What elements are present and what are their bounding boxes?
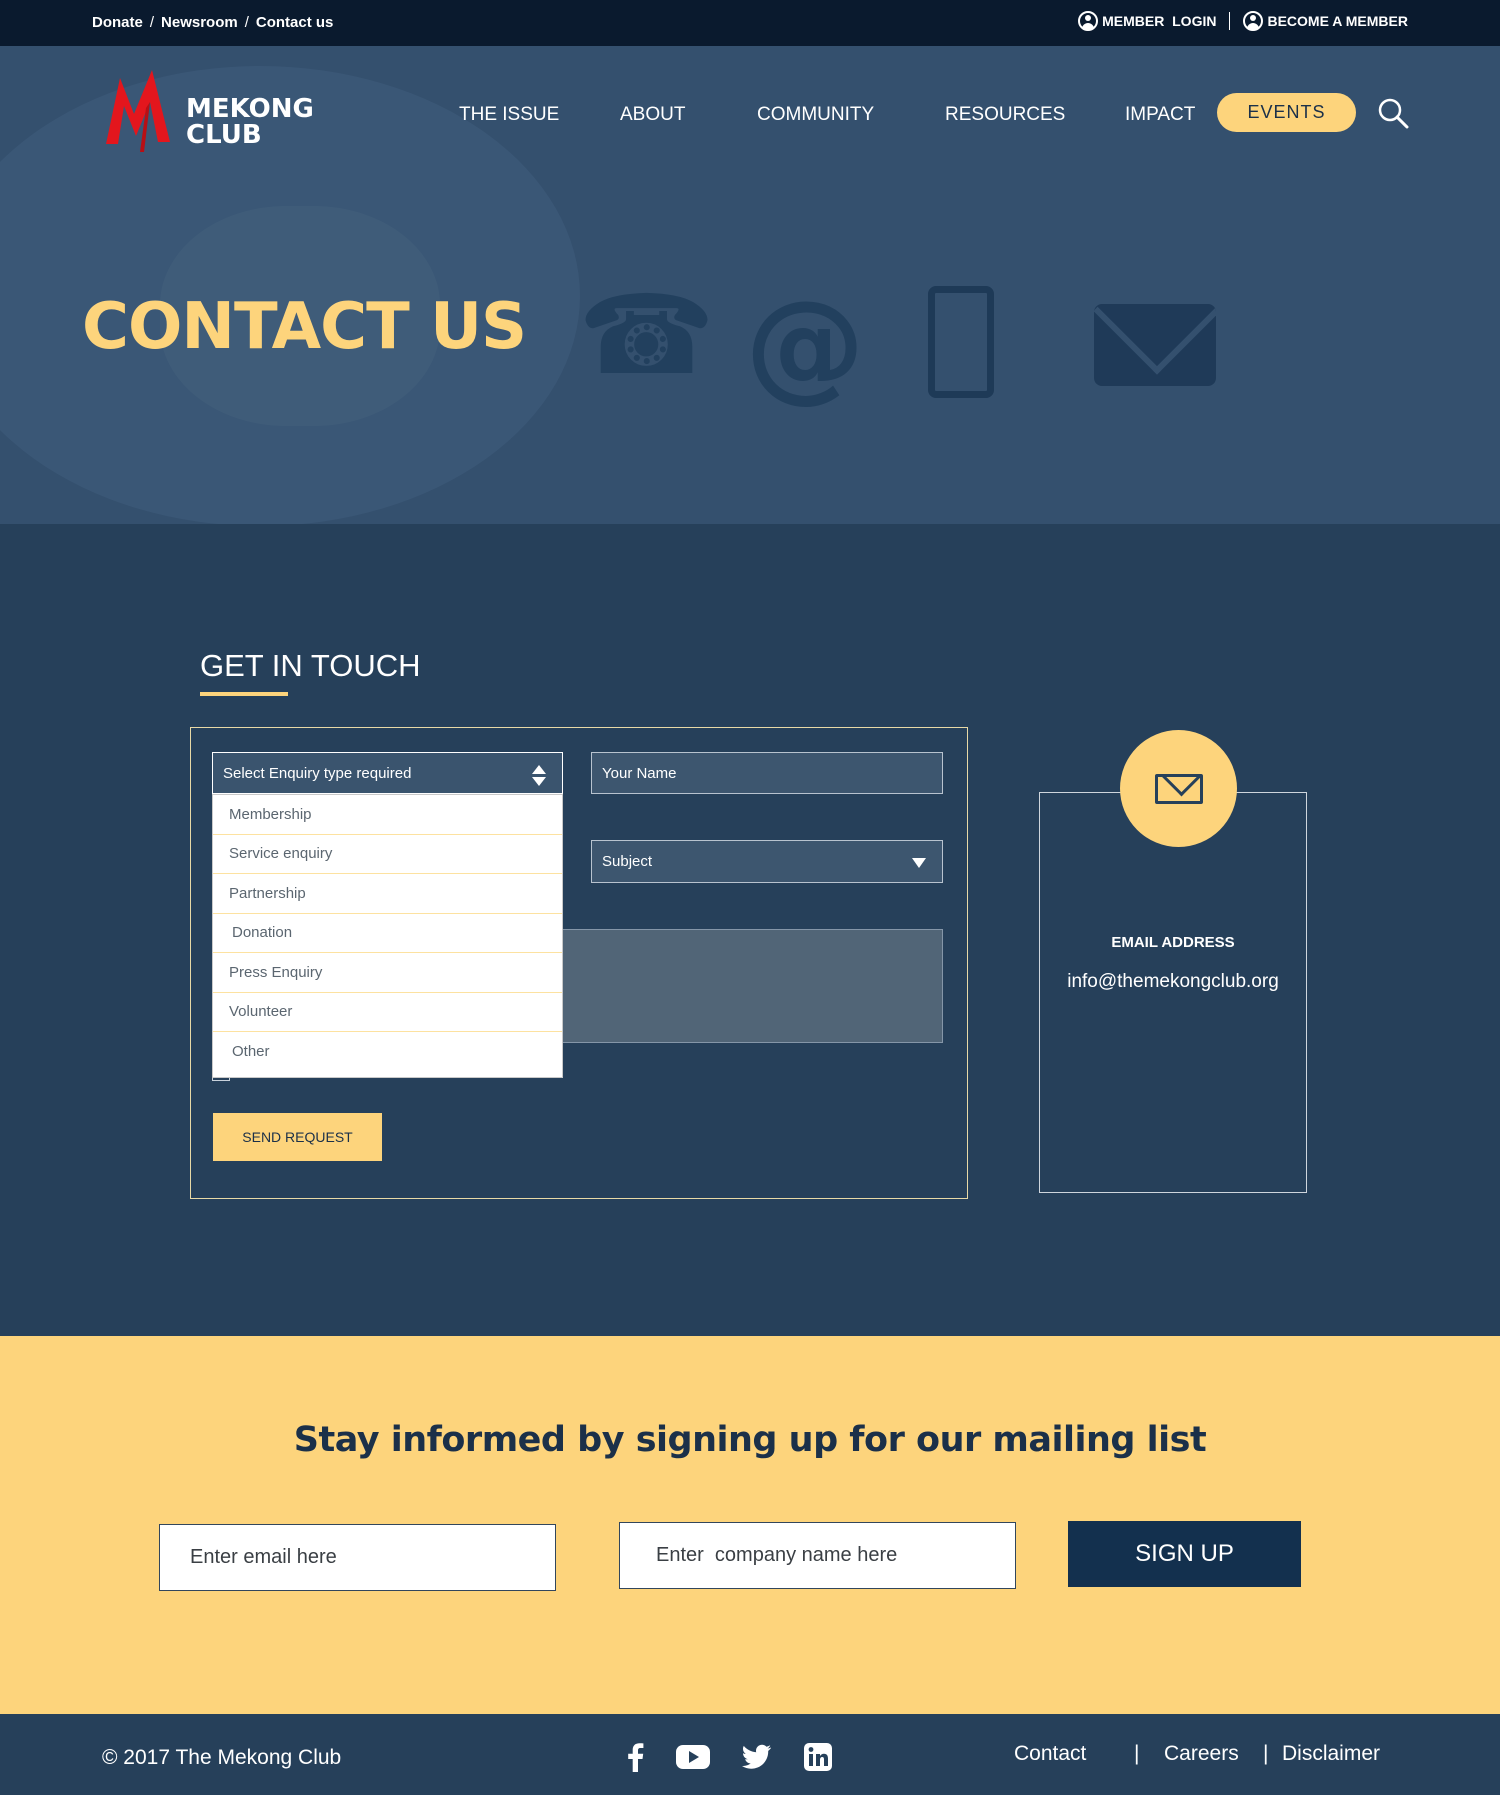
twitter-icon[interactable] — [741, 1741, 773, 1773]
mail-icon — [1094, 304, 1216, 386]
member-login-link[interactable]: MEMBER LOGIN — [1078, 11, 1216, 31]
donate-link[interactable]: Donate — [92, 14, 143, 31]
dropdown-option[interactable]: Press Enquiry — [213, 953, 562, 993]
enquiry-select-label: Select Enquiry type required — [223, 764, 412, 782]
footer-disclaimer-link[interactable]: Disclaimer — [1282, 1742, 1380, 1766]
nav-item-resources[interactable]: RESOURCES — [945, 104, 1065, 126]
logo-line-1: MEKONG — [186, 94, 314, 124]
nav-item-community[interactable]: COMMUNITY — [757, 104, 874, 126]
newsroom-link[interactable]: Newsroom — [161, 14, 238, 31]
email-badge — [1120, 730, 1237, 847]
email-label: EMAIL ADDRESS — [1111, 934, 1235, 951]
name-input[interactable]: Your Name — [591, 752, 943, 794]
email-input[interactable]: Enter email here — [159, 1524, 556, 1591]
dropdown-option[interactable]: Partnership — [213, 874, 562, 914]
nav-item-about[interactable]: ABOUT — [620, 104, 685, 126]
search-icon[interactable] — [1376, 96, 1410, 130]
tablet-icon — [928, 286, 994, 398]
utility-links: Donate / Newsroom / Contact us — [92, 14, 333, 31]
events-button[interactable]: EVENTS — [1217, 93, 1356, 132]
become-member-link[interactable]: BECOME A MEMBER — [1243, 11, 1408, 31]
dropdown-option[interactable]: Membership — [213, 795, 562, 835]
logo-mark-icon — [106, 70, 170, 152]
footer-separator: | — [1263, 1742, 1269, 1765]
heading-underline — [200, 692, 288, 696]
dropdown-option[interactable]: Other — [213, 1032, 562, 1072]
member-login-label: MEMBER LOGIN — [1102, 13, 1217, 29]
copyright: © 2017 The Mekong Club — [102, 1746, 342, 1769]
phone-icon: ☎ — [578, 274, 716, 397]
separator: / — [244, 14, 249, 31]
send-request-button[interactable]: SEND REQUEST — [213, 1113, 382, 1161]
dropdown-option[interactable]: Service enquiry — [213, 835, 562, 874]
footer-separator: | — [1134, 1742, 1140, 1765]
separator: / — [149, 14, 155, 31]
footer-contact-link[interactable]: Contact — [1014, 1742, 1086, 1766]
footer-careers-link[interactable]: Careers — [1164, 1742, 1239, 1766]
subject-select[interactable]: Subject — [591, 840, 943, 883]
page-title: CONTACT US — [82, 290, 527, 364]
linkedin-icon[interactable] — [802, 1741, 834, 1773]
nav-item-impact[interactable]: IMPACT — [1125, 104, 1195, 126]
enquiry-dropdown-list: Membership Service enquiry Partnership D… — [212, 794, 563, 1078]
at-sign-icon: @ — [745, 276, 865, 415]
user-icon — [1078, 11, 1099, 31]
message-textarea[interactable] — [540, 929, 943, 1043]
become-member-label: BECOME A MEMBER — [1267, 13, 1408, 29]
mailing-title: Stay informed by signing up for our mail… — [293, 1420, 1207, 1460]
dropdown-option[interactable]: Volunteer — [213, 993, 562, 1032]
subject-select-label: Subject — [602, 853, 653, 870]
section-heading: GET IN TOUCH — [200, 648, 421, 683]
member-links: MEMBER LOGIN BECOME A MEMBER — [1078, 11, 1408, 31]
sort-arrows-icon — [532, 765, 546, 787]
sign-up-button[interactable]: SIGN UP — [1068, 1521, 1301, 1587]
company-input[interactable]: Enter company name here — [619, 1522, 1016, 1589]
envelope-icon — [1155, 774, 1203, 804]
contact-us-link[interactable]: Contact us — [256, 14, 334, 31]
email-address[interactable]: info@themekongclub.org — [1039, 971, 1307, 993]
utility-bar: Donate / Newsroom / Contact us MEMBER LO… — [0, 0, 1500, 46]
facebook-icon[interactable] — [619, 1741, 651, 1773]
youtube-icon[interactable] — [676, 1741, 710, 1773]
nav-item-the-issue[interactable]: THE ISSUE — [459, 104, 559, 126]
dropdown-option[interactable]: Donation — [213, 914, 562, 953]
mekong-club-logo[interactable]: MEKONG CLUB — [104, 68, 314, 154]
caret-down-icon — [912, 858, 926, 868]
divider — [1229, 12, 1231, 30]
logo-text: MEKONG CLUB — [186, 96, 314, 148]
logo-line-2: CLUB — [186, 120, 262, 150]
group-icon — [1243, 11, 1264, 31]
enquiry-type-select[interactable]: Select Enquiry type required — [212, 752, 563, 794]
